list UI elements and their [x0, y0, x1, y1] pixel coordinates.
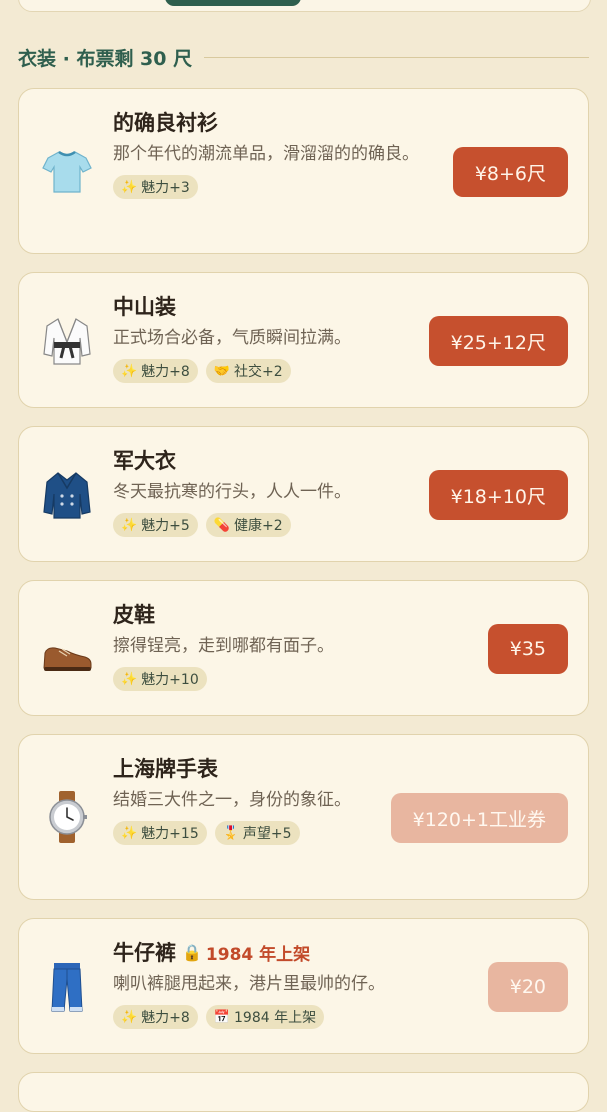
attribute-tag: 🎖️ 声望+5	[214, 821, 300, 845]
section-header: 衣装 · 布票剩 30 尺	[18, 43, 589, 71]
item-description: 擦得锃亮，走到哪都有面子。	[113, 636, 334, 656]
attribute-tag: ✨ 魅力+8	[113, 1005, 198, 1029]
section-title: 衣装 · 布票剩 30 尺	[18, 47, 193, 70]
jeans-icon	[41, 961, 93, 1013]
item-card-shoes: 皮鞋 擦得锃亮，走到哪都有面子。 ✨ 魅力+10 ¥35	[18, 580, 589, 716]
item-card-next	[18, 1072, 589, 1112]
item-name: 牛仔裤	[113, 941, 176, 965]
item-description: 冬天最抗寒的行头，人人一件。	[113, 482, 351, 502]
item-name: 的确良衬衫	[113, 111, 218, 135]
item-name: 皮鞋	[113, 603, 155, 627]
item-description: 喇叭裤腿甩起来，港片里最帅的仔。	[113, 974, 385, 994]
buy-button[interactable]: ¥120+1工业券	[390, 793, 568, 843]
item-card-suit: 中山装 正式场合必备，气质瞬间拉满。 ✨ 魅力+8 🤝 社交+2 ¥25+12尺	[18, 272, 589, 408]
item-description: 结婚三大件之一，身份的象征。	[113, 790, 351, 810]
attribute-tag: ✨ 魅力+5	[113, 513, 198, 537]
buy-button[interactable]: ¥35	[487, 624, 568, 674]
buy-button[interactable]: ¥25+12尺	[428, 316, 568, 366]
section-divider	[204, 56, 589, 58]
buy-button[interactable]: ¥20	[487, 962, 568, 1012]
item-card-jeans: 牛仔裤 🔒 1984 年上架 喇叭裤腿甩起来，港片里最帅的仔。 ✨ 魅力+8 📅 1…	[18, 918, 589, 1054]
suit-icon	[41, 315, 93, 367]
item-card-coat: 军大衣 冬天最抗寒的行头，人人一件。 ✨ 魅力+5 💊 健康+2 ¥18+10尺	[18, 426, 589, 562]
sparkle-icon: ✨	[121, 671, 138, 687]
unlock-note: 1984 年上架	[205, 944, 311, 965]
sparkle-icon: ✨	[121, 517, 138, 533]
calendar-icon: 📅	[213, 1009, 231, 1025]
coat-icon	[41, 469, 93, 521]
item-name: 军大衣	[113, 449, 176, 473]
pill-icon: 💊	[213, 517, 231, 533]
attribute-tag: 📅 1984 年上架	[205, 1005, 325, 1029]
previous-card	[18, 0, 591, 12]
attribute-tag: 🤝 社交+2	[205, 359, 291, 383]
sparkle-icon: ✨	[121, 363, 138, 379]
shoe-icon	[41, 631, 93, 683]
sparkle-icon: ✨	[121, 179, 138, 195]
item-description: 那个年代的潮流单品，滑溜溜的的确良。	[113, 144, 419, 164]
attribute-tag: ✨ 魅力+15	[113, 821, 207, 845]
tshirt-icon	[41, 145, 93, 197]
attribute-tag: ✨ 魅力+8	[113, 359, 198, 383]
attribute-tag: ✨ 魅力+3	[113, 175, 198, 199]
buy-button[interactable]: ¥8+6尺	[452, 147, 568, 197]
sparkle-icon: ✨	[121, 1009, 138, 1025]
lock-icon: 🔒	[182, 942, 202, 962]
watch-icon	[41, 791, 93, 843]
item-card-shirt: 的确良衬衫 那个年代的潮流单品，滑溜溜的的确良。 ✨ 魅力+3 ¥8+6尺	[18, 88, 589, 254]
medal-icon: 🎖️	[222, 825, 239, 841]
item-name: 上海牌手表	[113, 757, 218, 781]
sparkle-icon: ✨	[121, 825, 138, 841]
item-description: 正式场合必备，气质瞬间拉满。	[113, 328, 351, 348]
handshake-icon: 🤝	[213, 363, 231, 379]
item-card-watch: 上海牌手表 结婚三大件之一，身份的象征。 ✨ 魅力+15 🎖️ 声望+5 ¥120+…	[18, 734, 589, 900]
previous-tab-button[interactable]	[165, 0, 301, 6]
item-name: 中山装	[113, 295, 176, 319]
buy-button[interactable]: ¥18+10尺	[428, 470, 568, 520]
attribute-tag: ✨ 魅力+10	[113, 667, 207, 691]
attribute-tag: 💊 健康+2	[205, 513, 291, 537]
